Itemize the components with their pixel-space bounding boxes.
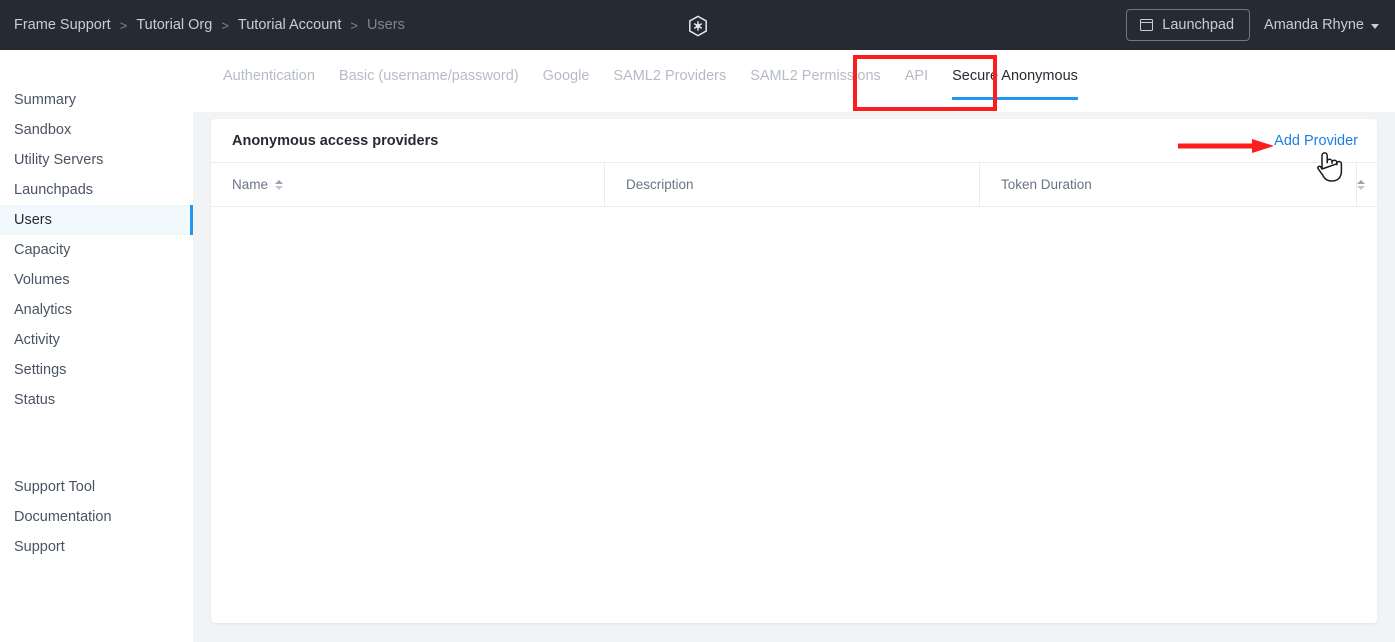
sidebar-item-settings[interactable]: Settings	[0, 355, 193, 385]
breadcrumb-separator: >	[350, 17, 358, 33]
sidebar-item-users[interactable]: Users	[0, 205, 193, 235]
table-body-empty	[211, 207, 1377, 622]
sidebar-item-analytics[interactable]: Analytics	[0, 295, 193, 325]
breadcrumb-item-frame-support[interactable]: Frame Support	[14, 17, 111, 33]
table-header-row: Name Description Token Duration	[211, 163, 1377, 207]
top-header-bar: Frame Support > Tutorial Org > Tutorial …	[0, 0, 1395, 50]
column-header-name[interactable]: Name	[211, 163, 605, 206]
breadcrumb-separator: >	[221, 17, 229, 33]
sort-indicator-icon[interactable]	[275, 179, 284, 190]
tabs-strip: Authentication Basic (username/password)…	[193, 50, 1395, 112]
breadcrumb-item-users: Users	[366, 17, 405, 33]
tab-label: Authentication	[223, 68, 315, 84]
main-content: Authentication Basic (username/password)…	[193, 50, 1395, 642]
sidebar-item-label: Analytics	[14, 302, 73, 318]
card-title: Anonymous access providers	[232, 132, 439, 149]
tab-label: Google	[542, 68, 590, 84]
sidebar-item-utility-servers[interactable]: Utility Servers	[0, 145, 193, 175]
column-header-label: Description	[626, 177, 694, 192]
sidebar-item-support-tool[interactable]: Support Tool	[0, 472, 193, 502]
tab-bar: Authentication Basic (username/password)…	[193, 50, 1395, 112]
tab-basic-username-password[interactable]: Basic (username/password)	[327, 50, 531, 112]
breadcrumb-separator: >	[119, 17, 128, 33]
sort-indicator-icon[interactable]	[1357, 179, 1365, 190]
sidebar-item-capacity[interactable]: Capacity	[0, 235, 193, 265]
sidebar-item-label: Settings	[14, 362, 67, 378]
launchpad-button[interactable]: Launchpad	[1126, 9, 1251, 41]
column-header-label: Token Duration	[1001, 177, 1092, 192]
sidebar-item-label: Summary	[14, 92, 77, 108]
tab-secure-anonymous[interactable]: Secure Anonymous	[940, 50, 1090, 112]
sidebar: Summary Sandbox Utility Servers Launchpa…	[0, 50, 193, 642]
user-menu[interactable]: Amanda Rhyne	[1264, 17, 1383, 33]
sidebar-item-label: Sandbox	[14, 122, 72, 138]
tab-label: Secure Anonymous	[952, 68, 1078, 84]
tab-api[interactable]: API	[893, 50, 940, 112]
sidebar-item-label: Activity	[14, 332, 60, 348]
sidebar-item-activity[interactable]: Activity	[0, 325, 193, 355]
chevron-down-icon	[1371, 23, 1379, 29]
column-header-token-duration[interactable]: Token Duration	[980, 163, 1357, 206]
launchpad-button-label: Launchpad	[1162, 17, 1235, 33]
breadcrumb: Frame Support > Tutorial Org > Tutorial …	[14, 0, 405, 50]
tab-saml2-permissions[interactable]: SAML2 Permissions	[738, 50, 893, 112]
tab-saml2-providers[interactable]: SAML2 Providers	[601, 50, 738, 112]
column-header-actions[interactable]	[1357, 163, 1377, 206]
sidebar-item-label: Status	[14, 392, 56, 408]
sidebar-item-label: Documentation	[14, 509, 112, 525]
sidebar-item-label: Volumes	[14, 272, 70, 288]
tab-label: SAML2 Permissions	[750, 68, 881, 84]
sidebar-item-volumes[interactable]: Volumes	[0, 265, 193, 295]
window-icon	[1140, 19, 1154, 31]
sidebar-item-label: Users	[14, 212, 52, 228]
sidebar-item-sandbox[interactable]: Sandbox	[0, 115, 193, 145]
sidebar-item-documentation[interactable]: Documentation	[0, 502, 193, 532]
sidebar-item-summary[interactable]: Summary	[0, 85, 193, 115]
sidebar-item-status[interactable]: Status	[0, 385, 193, 415]
sidebar-item-label: Launchpads	[14, 182, 94, 198]
tab-label: Basic (username/password)	[338, 68, 519, 84]
sidebar-item-label: Support Tool	[14, 479, 96, 495]
column-header-label: Name	[232, 177, 269, 192]
anonymous-access-providers-card: Anonymous access providers Add Provider …	[211, 119, 1377, 623]
top-header-actions: Launchpad Amanda Rhyne	[1126, 0, 1383, 50]
breadcrumb-item-tutorial-account[interactable]: Tutorial Account	[238, 17, 341, 33]
tab-label: API	[904, 68, 929, 84]
user-menu-label: Amanda Rhyne	[1264, 17, 1364, 33]
card-header: Anonymous access providers Add Provider	[211, 119, 1377, 163]
sidebar-item-label: Utility Servers	[14, 152, 104, 168]
tab-label: SAML2 Providers	[613, 68, 727, 84]
tab-authentication[interactable]: Authentication	[211, 50, 327, 112]
sidebar-item-launchpads[interactable]: Launchpads	[0, 175, 193, 205]
cube-logo-icon	[686, 14, 710, 38]
tab-google[interactable]: Google	[531, 50, 602, 112]
sidebar-item-support[interactable]: Support	[0, 532, 193, 562]
sidebar-item-label: Capacity	[14, 242, 71, 258]
column-header-description[interactable]: Description	[605, 163, 980, 206]
sidebar-item-label: Support	[14, 539, 65, 555]
breadcrumb-item-tutorial-org[interactable]: Tutorial Org	[136, 17, 212, 33]
add-provider-link[interactable]: Add Provider	[1274, 133, 1358, 149]
